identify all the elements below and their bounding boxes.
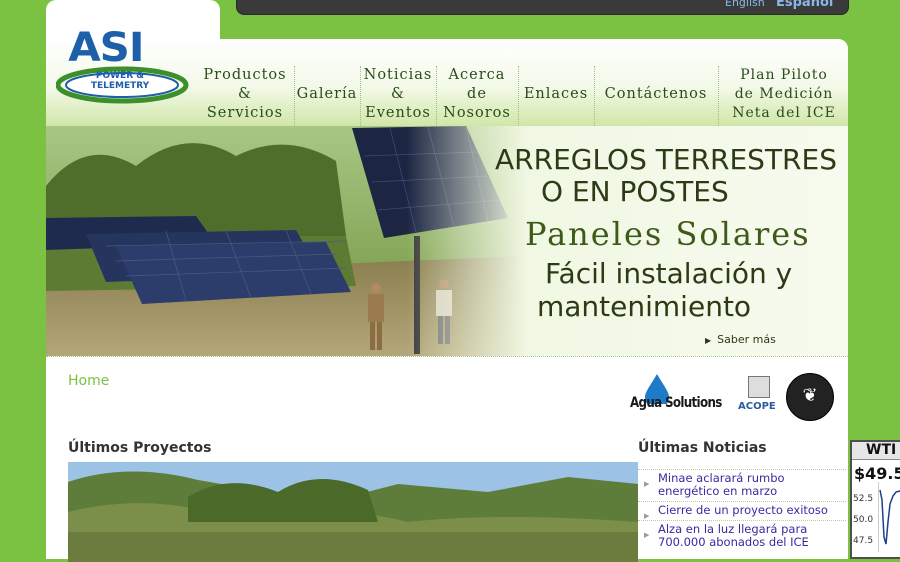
news-item[interactable]: ▶ Alza en la luz llegará para 700.000 abo…: [638, 520, 846, 552]
nav-separator: [718, 66, 719, 126]
banner-line-5: mantenimiento: [537, 290, 752, 323]
nav-contactenos[interactable]: Contáctenos: [594, 62, 718, 126]
divider: [46, 356, 848, 357]
main-panel: ASI POWER & TELEMETRY Productos & Servic…: [46, 25, 848, 562]
bullet-icon: ▶: [644, 531, 650, 539]
wti-tick: 50.0: [853, 515, 874, 525]
bullet-icon: ▶: [644, 480, 650, 488]
nav-acerca[interactable]: Acerca de Nosoros: [436, 62, 518, 126]
wti-price: $49.5: [854, 464, 900, 483]
wti-tick: 52.5: [853, 494, 874, 504]
usgbc-member-logo[interactable]: ❦: [786, 373, 834, 421]
logo-sub2: TELEMETRY: [90, 81, 150, 91]
nav-enlaces[interactable]: Enlaces: [518, 62, 594, 126]
nav-noticias[interactable]: Noticias & Eventos: [360, 62, 436, 126]
nav-galeria[interactable]: Galería: [294, 62, 360, 126]
nav-productos[interactable]: Productos & Servicios: [196, 62, 294, 126]
saber-mas-link[interactable]: ▶ Saber más: [705, 333, 776, 346]
acope-emblem-icon: [748, 376, 770, 398]
logo-subtitle: POWER & TELEMETRY: [70, 71, 170, 91]
news-item-text: Cierre de un proyecto exitoso: [658, 503, 828, 517]
logo-sub1: POWER &: [95, 71, 145, 81]
breadcrumb-home[interactable]: Home: [68, 373, 109, 389]
agua-solutions-logo[interactable]: Agua Solutions: [630, 395, 722, 411]
saber-mas-label: Saber más: [717, 333, 776, 346]
banner-line-4: Fácil instalación y: [545, 257, 793, 290]
site-logo[interactable]: ASI POWER & TELEMETRY: [56, 25, 196, 117]
partner-logos: Agua Solutions ACOPE ❦: [630, 372, 838, 422]
language-bar: English Español: [236, 0, 849, 15]
solar-panels-photo: [46, 126, 526, 356]
wti-price-widget[interactable]: WTI $49.5 52.5 50.0 47.5: [850, 440, 900, 559]
project-photo[interactable]: [68, 462, 638, 562]
wti-label: WTI: [852, 442, 900, 460]
header: ASI POWER & TELEMETRY Productos & Servic…: [46, 25, 848, 127]
news-list: ▶ Minae aclarará rumbo energético en marz…: [638, 469, 846, 552]
news-item-text: Alza en la luz llegará para 700.000 abon…: [658, 522, 809, 549]
news-title: Últimas Noticias: [638, 440, 767, 456]
project-image: [68, 462, 638, 562]
logo-text: ASI: [68, 25, 144, 71]
nav-plan-piloto[interactable]: Plan Piloto de Medición Neta del ICE: [724, 62, 844, 126]
wti-sparkline: [878, 482, 900, 552]
news-item-text: Minae aclarará rumbo energético en marzo: [658, 471, 785, 498]
projects-title: Últimos Proyectos: [68, 440, 212, 456]
wti-tick: 47.5: [853, 536, 874, 546]
english-link[interactable]: English: [725, 0, 765, 9]
news-item[interactable]: ▶ Minae aclarará rumbo energético en marz…: [638, 469, 846, 501]
hero-banner[interactable]: ARREGLOS TERRESTRES O EN POSTES Paneles …: [46, 126, 848, 356]
banner-line-2: O EN POSTES: [541, 175, 729, 208]
acope-logo[interactable]: ACOPE: [738, 401, 776, 412]
leaf-icon: ❦: [802, 385, 818, 406]
banner-line-3: Paneles Solares: [525, 215, 811, 253]
arrow-right-icon: ▶: [705, 336, 712, 345]
spanish-link[interactable]: Español: [776, 0, 833, 10]
news-item[interactable]: ▶ Cierre de un proyecto exitoso: [638, 501, 846, 520]
banner-line-1: ARREGLOS TERRESTRES: [495, 143, 837, 176]
